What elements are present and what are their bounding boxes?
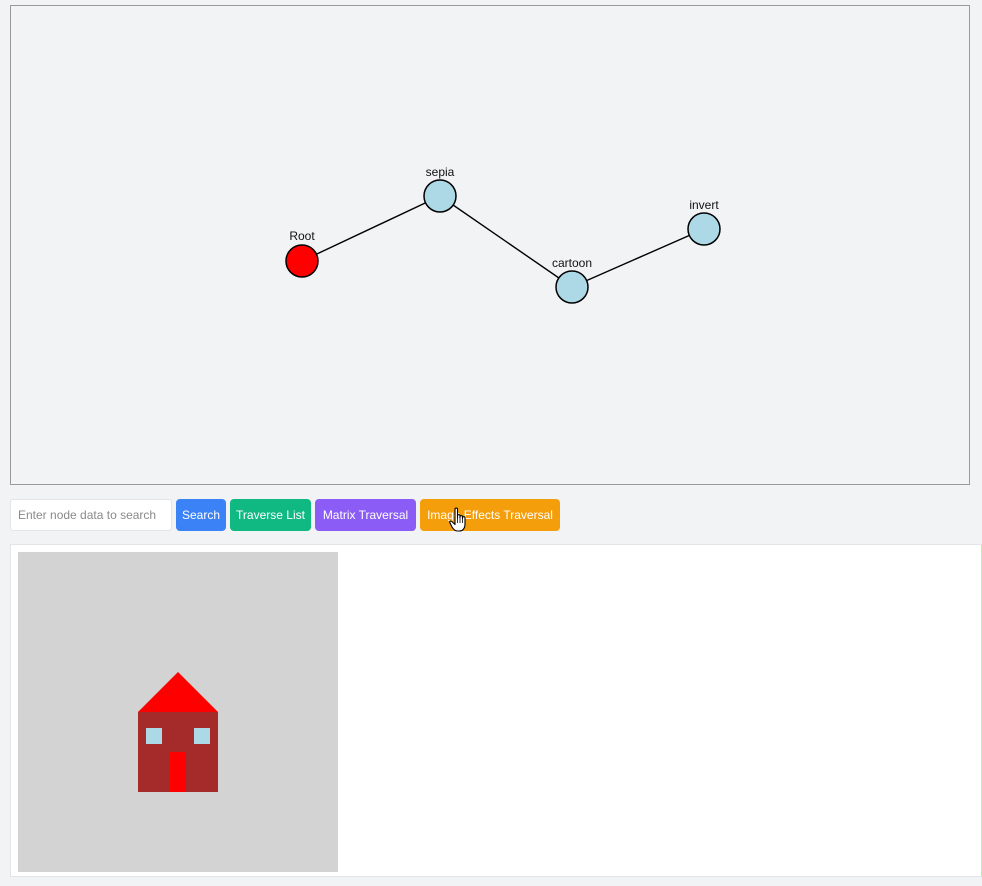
house-door xyxy=(170,752,186,792)
search-input[interactable] xyxy=(10,499,172,531)
edge-root-sepia xyxy=(301,195,441,262)
node-label: sepia xyxy=(426,165,455,179)
graph-node-sepia[interactable]: sepia xyxy=(423,165,457,213)
node-circle[interactable] xyxy=(555,270,589,304)
node-label: Root xyxy=(289,229,315,243)
house-window-left xyxy=(146,728,162,744)
node-circle[interactable] xyxy=(285,244,319,278)
graph-svg: Root sepia cartoon invert xyxy=(285,165,721,304)
image-output-panel xyxy=(10,544,982,877)
matrix-traversal-button[interactable]: Matrix Traversal xyxy=(315,499,416,531)
toolbar: Search Traverse List Matrix Traversal Im… xyxy=(10,499,560,531)
traverse-list-button[interactable]: Traverse List xyxy=(230,499,311,531)
image-effects-traversal-button[interactable]: Image Effects Traversal xyxy=(420,499,560,531)
graph-edges xyxy=(301,195,705,288)
search-button[interactable]: Search xyxy=(176,499,226,531)
edge-sepia-cartoon xyxy=(439,195,573,288)
linked-list-graph: Root sepia cartoon invert xyxy=(10,5,970,485)
graph-node-cartoon[interactable]: cartoon xyxy=(552,256,592,304)
node-circle[interactable] xyxy=(423,179,457,213)
graph-node-root[interactable]: Root xyxy=(285,229,319,278)
node-label: cartoon xyxy=(552,256,592,270)
image-canvas xyxy=(18,552,338,872)
graph-node-invert[interactable]: invert xyxy=(687,198,721,246)
house-window-right xyxy=(194,728,210,744)
node-label: invert xyxy=(689,198,719,212)
node-circle[interactable] xyxy=(687,212,721,246)
